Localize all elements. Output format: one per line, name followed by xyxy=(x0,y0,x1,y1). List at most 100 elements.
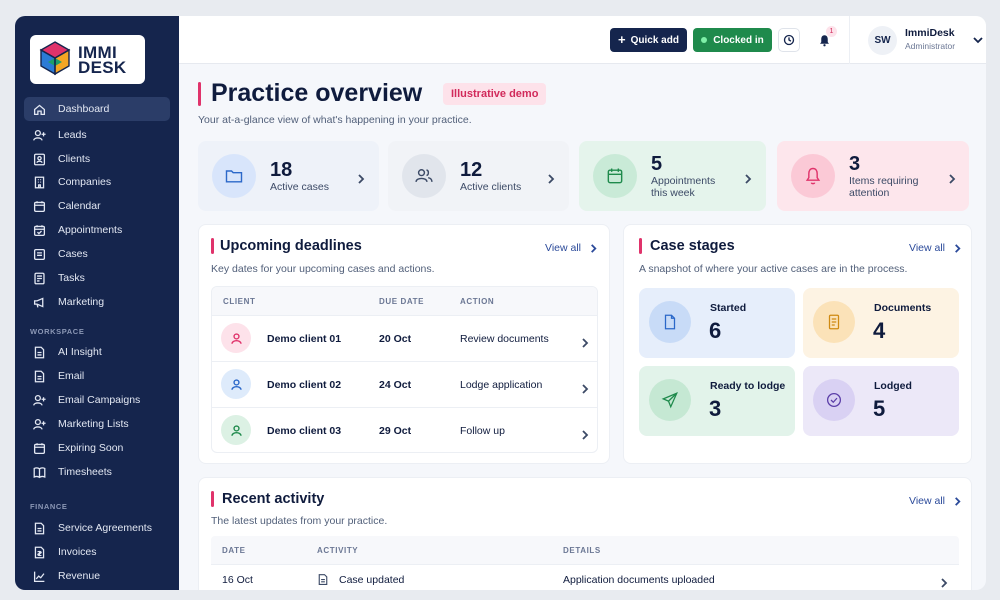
send-icon xyxy=(649,379,691,421)
view-all-link[interactable]: View all xyxy=(909,495,962,507)
column-header: DETAILS xyxy=(563,546,601,555)
title-accent xyxy=(211,238,214,254)
stat-card-attention[interactable]: 3 Items requiring attention xyxy=(777,141,969,211)
plus-icon: + xyxy=(618,32,626,47)
sidebar-item-companies[interactable]: Companies xyxy=(24,170,170,194)
action-text: Follow up xyxy=(460,425,505,437)
title-accent xyxy=(198,82,201,106)
user-plus-icon xyxy=(32,128,46,142)
table-row[interactable]: Demo client 01 20 Oct Review documents xyxy=(212,315,597,361)
section-title: Recent activity xyxy=(222,491,325,507)
quick-add-button[interactable]: + Quick add xyxy=(610,28,687,52)
action-text: Review documents xyxy=(460,333,549,345)
title-accent xyxy=(639,238,642,254)
stat-card-active-clients[interactable]: 12 Active clients xyxy=(388,141,569,211)
sidebar-item-clients[interactable]: Clients xyxy=(24,147,170,171)
table-row[interactable]: Demo client 03 29 Oct Follow up xyxy=(212,407,597,452)
sidebar-item-marketing[interactable]: Marketing xyxy=(24,290,170,314)
sidebar-item-dashboard[interactable]: Dashboard xyxy=(24,97,170,121)
chevron-right-icon xyxy=(955,243,961,253)
sidebar-item-label: Clients xyxy=(58,153,91,165)
stage-count: 3 xyxy=(709,396,722,421)
stage-card-started[interactable]: Started 6 xyxy=(639,288,795,358)
notifications-button[interactable]: 1 xyxy=(812,26,837,52)
section-subtitle: The latest updates from your practice. xyxy=(211,515,388,527)
user-icon xyxy=(221,369,251,399)
sidebar-item-label: Invoices xyxy=(58,546,97,558)
calendar-icon xyxy=(32,441,46,455)
sidebar-item-revenue[interactable]: Revenue xyxy=(24,564,170,588)
chevron-right-icon xyxy=(580,335,590,348)
sidebar-item-invoices[interactable]: Invoices xyxy=(24,540,170,564)
chevron-right-icon xyxy=(939,575,949,588)
users-icon xyxy=(402,154,446,198)
sidebar-item-appointments[interactable]: Appointments xyxy=(24,218,170,242)
sidebar-item-label: Companies xyxy=(58,176,112,188)
sidebar-item-ai-insight[interactable]: AI Insight xyxy=(24,340,170,364)
due-date: 24 Oct xyxy=(379,379,412,391)
app-logo[interactable]: IMMI DESK xyxy=(30,35,145,84)
view-all-link[interactable]: View all xyxy=(909,242,962,254)
sidebar-item-label: Appointments xyxy=(58,224,123,236)
app-window: IMMI DESK Dashboard Leads Clients Compan… xyxy=(15,16,986,590)
upcoming-deadlines-card: Upcoming deadlines View all Key dates fo… xyxy=(198,224,610,464)
chevron-right-icon xyxy=(580,427,590,440)
stage-label: Started xyxy=(710,302,747,314)
stat-label: Active cases xyxy=(270,181,329,193)
document-icon xyxy=(649,301,691,343)
bell-icon xyxy=(791,154,835,198)
sidebar-item-cases[interactable]: Cases xyxy=(24,242,170,266)
case-stages-card: Case stages View all A snapshot of where… xyxy=(623,224,972,464)
stage-count: 5 xyxy=(873,396,886,421)
home-icon xyxy=(32,102,46,116)
stat-label: Appointments xyxy=(651,175,716,187)
sidebar-section-finance: FINANCE xyxy=(30,502,68,511)
sidebar-item-email-campaigns[interactable]: Email Campaigns xyxy=(24,388,170,412)
user-icon xyxy=(221,415,251,445)
stage-card-ready-to-lodge[interactable]: Ready to lodge 3 xyxy=(639,366,795,436)
section-subtitle: A snapshot of where your active cases ar… xyxy=(639,263,908,275)
avatar[interactable]: SW xyxy=(868,26,897,55)
stat-label-line2: this week xyxy=(651,187,695,199)
megaphone-icon xyxy=(32,295,46,309)
notification-badge: 1 xyxy=(826,26,837,37)
stat-number: 12 xyxy=(460,159,483,181)
stat-card-active-cases[interactable]: 18 Active cases xyxy=(198,141,379,211)
section-subtitle: Key dates for your upcoming cases and ac… xyxy=(211,263,435,275)
sidebar-item-tasks[interactable]: Tasks xyxy=(24,266,170,290)
sidebar-item-marketing-lists[interactable]: Marketing Lists xyxy=(24,412,170,436)
sidebar-item-label: AI Insight xyxy=(58,346,102,358)
due-date: 20 Oct xyxy=(379,333,412,345)
check-circle-icon xyxy=(813,379,855,421)
sidebar-item-label: Marketing Lists xyxy=(58,418,129,430)
sidebar-item-expiring-soon[interactable]: Expiring Soon xyxy=(24,436,170,460)
activity-date: 16 Oct xyxy=(222,574,253,586)
stage-label: Lodged xyxy=(874,380,912,392)
stat-label: Active clients xyxy=(460,181,522,193)
user-role: Administrator xyxy=(905,41,956,51)
sidebar-item-service-agreements[interactable]: Service Agreements xyxy=(24,516,170,540)
divider xyxy=(849,16,850,64)
column-header: CLIENT xyxy=(223,297,256,306)
sidebar-item-calendar[interactable]: Calendar xyxy=(24,194,170,218)
document-lines-icon xyxy=(813,301,855,343)
calendar-check-icon xyxy=(32,223,46,237)
stage-card-documents[interactable]: Documents 4 xyxy=(803,288,959,358)
table-row[interactable]: 16 Oct Case updated Application document… xyxy=(211,564,959,590)
table-row[interactable]: Demo client 02 24 Oct Lodge application xyxy=(212,361,597,407)
stage-card-lodged[interactable]: Lodged 5 xyxy=(803,366,959,436)
section-title: Case stages xyxy=(650,238,735,254)
stat-card-appointments[interactable]: 5 Appointments this week xyxy=(579,141,766,211)
sidebar-item-email[interactable]: Email xyxy=(24,364,170,388)
clock-button[interactable] xyxy=(778,28,800,52)
chevron-down-icon[interactable] xyxy=(973,36,983,44)
document-icon xyxy=(32,521,46,535)
client-name: Demo client 02 xyxy=(267,379,342,391)
sidebar-item-leads[interactable]: Leads xyxy=(24,123,170,147)
clocked-in-button[interactable]: Clocked in xyxy=(693,28,772,52)
view-all-link[interactable]: View all xyxy=(545,242,598,254)
title-accent xyxy=(211,491,214,507)
sidebar-item-timesheets[interactable]: Timesheets xyxy=(24,460,170,484)
user-plus-icon xyxy=(32,417,46,431)
clock-icon xyxy=(783,34,795,46)
